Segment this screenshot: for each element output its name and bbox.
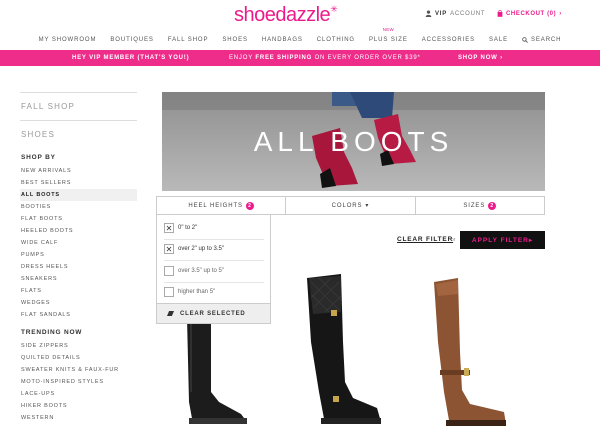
filter-heel-label: HEEL HEIGHTS — [188, 202, 243, 209]
sidebar-item-hiker-boots[interactable]: HIKER BOOTS — [20, 400, 137, 412]
nav-my-showroom[interactable]: MY SHOWROOM — [32, 33, 104, 47]
site-logo[interactable]: shoedazzle✳ — [234, 4, 338, 27]
heel-option[interactable]: ✕ over 2" up to 3.5" — [164, 244, 224, 254]
vip-account-link[interactable]: VIP ACCOUNT — [425, 10, 485, 17]
heel-option[interactable]: over 3.5" up to 5" — [164, 266, 224, 276]
trending-heading: TRENDING NOW — [21, 329, 83, 336]
divider — [164, 239, 264, 240]
filter-sizes-label: SIZES — [463, 202, 486, 209]
nav-fall-shop[interactable]: FALL SHOP — [161, 33, 216, 47]
filter-heel-heights[interactable]: HEEL HEIGHTS 2 — [157, 197, 287, 214]
promo-vip-text: HEY VIP MEMBER (THAT'S YOU!) — [72, 55, 190, 61]
filter-bar: HEEL HEIGHTS 2 COLORS ▾ SIZES 2 — [156, 196, 545, 215]
sidebar-item-new-arrivals[interactable]: NEW ARRIVALS — [20, 165, 137, 177]
checkbox[interactable] — [164, 287, 174, 297]
chevron-down-icon: ▾ — [365, 203, 370, 209]
hero-banner: ALL BOOTS — [162, 92, 545, 191]
heel-option-label: 0" to 2" — [178, 225, 198, 231]
eraser-icon — [167, 311, 174, 316]
product-card[interactable] — [295, 272, 395, 432]
sidebar: FALL SHOP SHOES SHOP BY NEW ARRIVALS BES… — [20, 92, 137, 424]
checkbox[interactable] — [164, 266, 174, 276]
heel-option[interactable]: ✕ 0" to 2" — [164, 223, 197, 233]
nav-boutiques[interactable]: BOUTIQUES — [103, 33, 160, 47]
divider — [164, 282, 264, 283]
sidebar-item-wedges[interactable]: WEDGES — [20, 297, 137, 309]
filter-count-badge: 2 — [488, 201, 497, 210]
filter-sizes[interactable]: SIZES 2 — [416, 197, 544, 214]
divider — [164, 260, 264, 261]
checkbox-checked[interactable]: ✕ — [164, 223, 174, 233]
main-nav: MY SHOWROOM BOUTIQUES FALL SHOP SHOES HA… — [0, 27, 600, 47]
promo-shipping-text: ENJOY FREE SHIPPING ON EVERY ORDER OVER … — [229, 55, 421, 61]
clear-selected-label: CLEAR SELECTED — [180, 310, 246, 317]
heel-option-label: over 3.5" up to 5" — [178, 268, 224, 274]
clear-filter-link[interactable]: CLEAR FILTER — [397, 236, 453, 243]
apply-filter-button[interactable]: APPLY FILTER▸ — [460, 231, 545, 249]
user-icon — [425, 10, 432, 17]
sidebar-item-side-zippers[interactable]: SIDE ZIPPERS — [20, 340, 137, 352]
sidebar-item-pumps[interactable]: PUMPS — [20, 249, 137, 261]
nav-handbags[interactable]: HANDBAGS — [255, 33, 310, 47]
sidebar-item-lace-ups[interactable]: LACE-UPS — [20, 388, 137, 400]
nav-sale[interactable]: SALE — [482, 33, 515, 47]
checkout-label: CHECKOUT (0) — [506, 10, 557, 17]
product-image — [434, 278, 506, 426]
nav-clothing[interactable]: CLOTHING — [310, 33, 362, 47]
or-separator: or — [451, 237, 456, 243]
site-header: shoedazzle✳ VIP ACCOUNT CHECKOUT (0) › M… — [0, 0, 600, 50]
chevron-right-icon: › — [559, 10, 562, 17]
filter-count-badge: 2 — [245, 201, 254, 210]
shop-now-link[interactable]: SHOP NOW › — [458, 55, 503, 61]
product-card[interactable] — [420, 272, 520, 432]
heel-option-label: higher than 5" — [178, 289, 216, 295]
sidebar-item-flat-sandals[interactable]: FLAT SANDALS — [20, 309, 137, 321]
nav-search[interactable]: SEARCH — [515, 33, 568, 47]
account-label: ACCOUNT — [450, 10, 486, 17]
sidebar-item-wide-calf[interactable]: WIDE CALF — [20, 237, 137, 249]
sidebar-item-flats[interactable]: FLATS — [20, 285, 137, 297]
product-image — [307, 274, 381, 424]
sidebar-item-flat-boots[interactable]: FLAT BOOTS — [20, 213, 137, 225]
sidebar-item-sweater-knits[interactable]: SWEATER KNITS & FAUX-FUR — [20, 364, 137, 376]
sidebar-item-moto-styles[interactable]: MOTO-INSPIRED STYLES — [20, 376, 137, 388]
heel-option[interactable]: higher than 5" — [164, 287, 215, 297]
sidebar-item-quilted-details[interactable]: QUILTED DETAILS — [20, 352, 137, 364]
new-badge: NEW — [382, 27, 395, 32]
sidebar-fall-shop[interactable]: FALL SHOP — [20, 93, 137, 120]
nav-plus-size[interactable]: NEW PLUS SIZE — [362, 27, 415, 47]
shop-by-heading: SHOP BY — [21, 154, 56, 161]
sidebar-item-booties[interactable]: BOOTIES — [20, 201, 137, 213]
nav-shoes[interactable]: SHOES — [215, 33, 255, 47]
sidebar-item-western[interactable]: WESTERN — [20, 412, 137, 424]
sidebar-item-dress-heels[interactable]: DRESS HEELS — [20, 261, 137, 273]
heel-height-dropdown: ✕ 0" to 2" ✕ over 2" up to 3.5" over 3.5… — [156, 214, 271, 324]
search-icon — [522, 37, 528, 43]
sidebar-item-all-boots[interactable]: ALL BOOTS — [20, 189, 137, 201]
heel-option-label: over 2" up to 3.5" — [178, 246, 224, 252]
checkbox-checked[interactable]: ✕ — [164, 244, 174, 254]
sidebar-shoes[interactable]: SHOES — [20, 121, 137, 148]
sidebar-item-heeled-boots[interactable]: HEELED BOOTS — [20, 225, 137, 237]
filter-colors[interactable]: COLORS ▾ — [286, 197, 416, 214]
sidebar-item-best-sellers[interactable]: BEST SELLERS — [20, 177, 137, 189]
hero-title: ALL BOOTS — [253, 126, 454, 157]
nav-accessories[interactable]: ACCESSORIES — [415, 33, 482, 47]
logo-star-icon: ✳ — [330, 4, 338, 14]
sidebar-item-sneakers[interactable]: SNEAKERS — [20, 273, 137, 285]
filter-colors-label: COLORS — [331, 202, 363, 209]
clear-selected-button[interactable]: CLEAR SELECTED — [157, 303, 270, 323]
checkout-link[interactable]: CHECKOUT (0) › — [497, 10, 562, 17]
promo-banner: HEY VIP MEMBER (THAT'S YOU!) ENJOY FREE … — [0, 50, 600, 66]
account-vip-label: VIP — [435, 10, 448, 17]
bag-icon — [497, 10, 503, 17]
